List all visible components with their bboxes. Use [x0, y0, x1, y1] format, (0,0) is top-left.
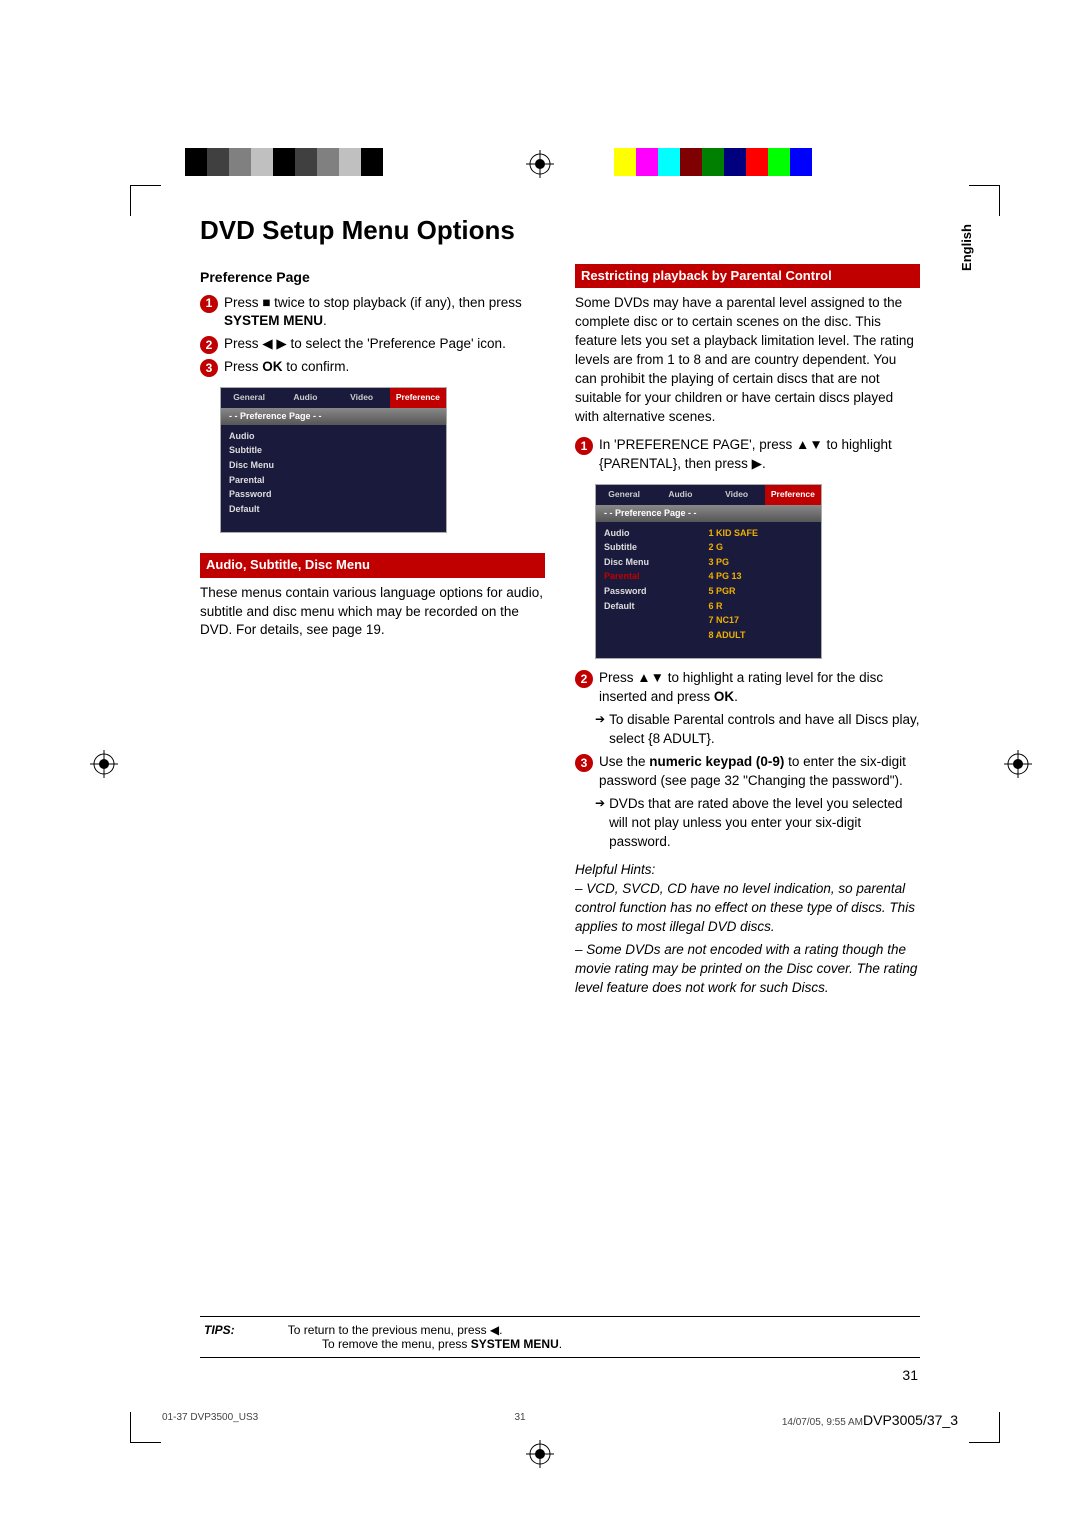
footer-center: 31	[514, 1412, 525, 1428]
preference-menu-screenshot-2: General Audio Video Preference - - Prefe…	[595, 484, 822, 659]
menu-tab-audio: Audio	[277, 388, 333, 408]
menu-header: - - Preference Page - -	[221, 408, 446, 425]
page-title: DVD Setup Menu Options	[200, 215, 920, 246]
rating-value: 6 R	[709, 599, 814, 614]
step-1-text: Press ■ twice to stop playback (if any),…	[224, 294, 545, 332]
helpful-hints-label: Helpful Hints:	[575, 861, 920, 880]
menu-item: Subtitle	[229, 443, 438, 458]
menu-tab-video: Video	[709, 485, 765, 505]
menu-tab-video: Video	[334, 388, 390, 408]
menu-item: Disc Menu	[604, 555, 709, 570]
step-3-text: Press OK to confirm.	[224, 358, 545, 377]
menu-tab-general: General	[221, 388, 277, 408]
audio-subtitle-paragraph: These menus contain various language opt…	[200, 584, 545, 641]
step-badge-2: 2	[575, 670, 593, 688]
tips-line-2: To remove the menu, press SYSTEM MENU.	[322, 1337, 562, 1351]
menu-item: Audio	[229, 429, 438, 444]
registration-mark	[1004, 750, 1032, 778]
tips-label: TIPS:	[204, 1323, 235, 1337]
menu-item: Password	[229, 487, 438, 502]
step-2-text: Press ◀ ▶ to select the 'Preference Page…	[224, 335, 545, 354]
crop-mark	[969, 1412, 1000, 1443]
parental-intro-paragraph: Some DVDs may have a parental level assi…	[575, 294, 920, 426]
right-step-3: Use the numeric keypad (0-9) to enter th…	[599, 753, 920, 791]
registration-mark	[526, 1440, 554, 1468]
menu-item: Audio	[604, 526, 709, 541]
color-bar-left	[185, 148, 405, 176]
rating-value: 2 G	[709, 540, 814, 555]
hint-1: – VCD, SVCD, CD have no level indication…	[575, 880, 920, 937]
menu-tab-preference: Preference	[765, 485, 821, 505]
right-step-2: Press ▲▼ to highlight a rating level for…	[599, 669, 920, 707]
rating-value: 7 NC17	[709, 613, 814, 628]
tips-bar: TIPS: To return to the previous menu, pr…	[200, 1316, 920, 1358]
menu-tab-audio: Audio	[652, 485, 708, 505]
footer-left: 01-37 DVP3500_US3	[162, 1412, 258, 1428]
color-bar-right	[614, 148, 812, 176]
step-badge-2: 2	[200, 336, 218, 354]
step-badge-3: 3	[575, 754, 593, 772]
rating-value: 4 PG 13	[709, 569, 814, 584]
page-number: 31	[902, 1367, 918, 1383]
step-badge-1: 1	[200, 295, 218, 313]
hint-2: – Some DVDs are not encoded with a ratin…	[575, 941, 920, 998]
rating-value: 8 ADULT	[709, 628, 814, 643]
rating-value: 3 PG	[709, 555, 814, 570]
step-badge-1: 1	[575, 437, 593, 455]
step-badge-3: 3	[200, 359, 218, 377]
menu-item: Password	[604, 584, 709, 599]
registration-mark	[526, 150, 554, 178]
menu-item: Default	[229, 502, 438, 517]
right-icon: ▶	[752, 456, 762, 471]
tips-line-1: To return to the previous menu, press ◀.	[288, 1323, 503, 1337]
menu-item-parental: Parental	[604, 569, 709, 584]
rating-value: 1 KID SAFE	[709, 526, 814, 541]
menu-item: Subtitle	[604, 540, 709, 555]
audio-subtitle-banner: Audio, Subtitle, Disc Menu	[200, 553, 545, 577]
preference-menu-screenshot-1: General Audio Video Preference - - Prefe…	[220, 387, 447, 533]
crop-mark	[969, 185, 1000, 216]
updown-icon: ▲▼	[637, 670, 664, 685]
leftright-icon: ◀ ▶	[262, 336, 287, 351]
left-column: Preference Page 1 Press ■ twice to stop …	[200, 264, 545, 998]
menu-item: Disc Menu	[229, 458, 438, 473]
language-tab: English	[959, 224, 974, 271]
crop-mark	[130, 185, 161, 216]
step-3-note: DVDs that are rated above the level you …	[595, 795, 920, 852]
left-icon: ◀	[490, 1323, 499, 1337]
crop-mark	[130, 1412, 161, 1443]
right-step-1: In 'PREFERENCE PAGE', press ▲▼ to highli…	[599, 436, 920, 474]
registration-mark	[90, 750, 118, 778]
updown-icon: ▲▼	[796, 437, 823, 452]
menu-item: Parental	[229, 473, 438, 488]
footer: 01-37 DVP3500_US3 31 14/07/05, 9:55 AMDV…	[162, 1412, 958, 1428]
rating-value: 5 PGR	[709, 584, 814, 599]
menu-header: - - Preference Page - -	[596, 505, 821, 522]
step-2-note: To disable Parental controls and have al…	[595, 711, 920, 749]
preference-page-heading: Preference Page	[200, 268, 545, 288]
menu-tab-general: General	[596, 485, 652, 505]
menu-tab-preference: Preference	[390, 388, 446, 408]
right-column: Restricting playback by Parental Control…	[575, 264, 920, 998]
parental-control-banner: Restricting playback by Parental Control	[575, 264, 920, 288]
menu-item: Default	[604, 599, 709, 614]
footer-right: 14/07/05, 9:55 AMDVP3005/37_3	[782, 1412, 958, 1428]
